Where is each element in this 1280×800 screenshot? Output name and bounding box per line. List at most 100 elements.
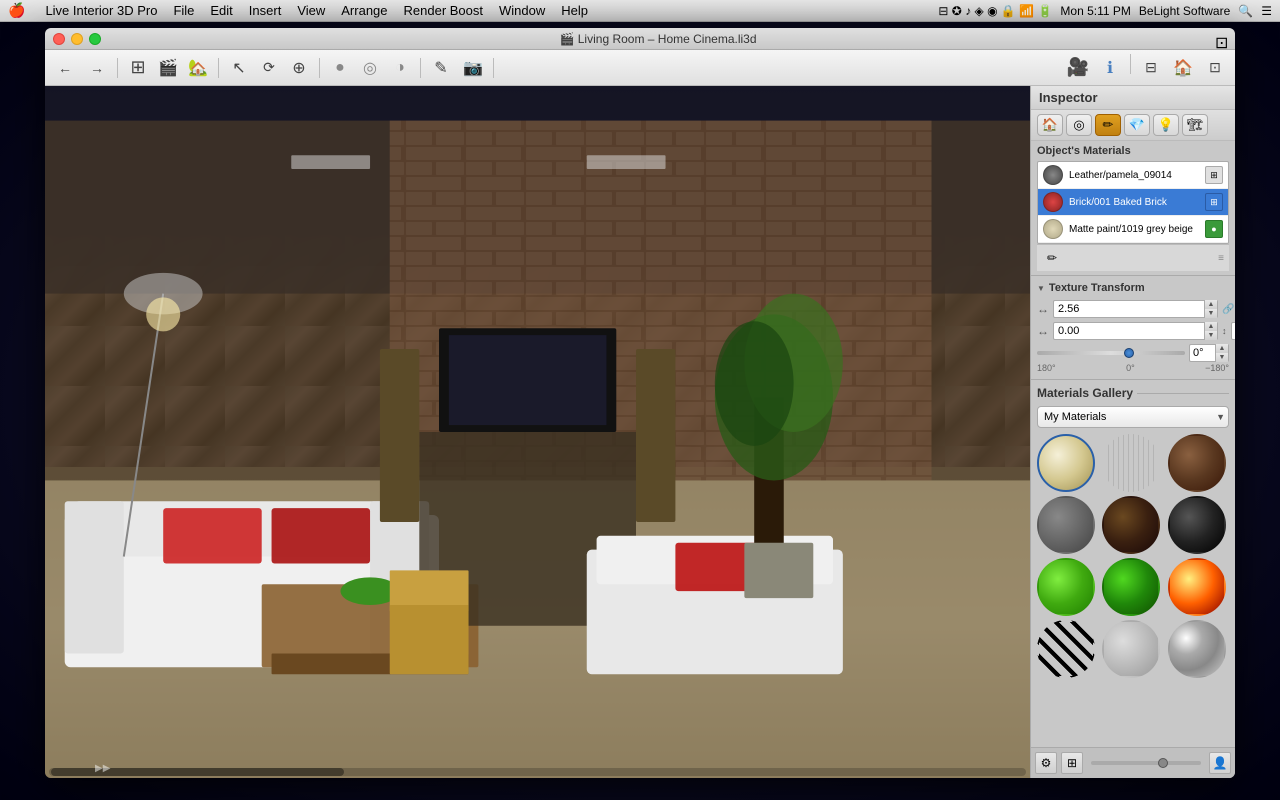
menu-window[interactable]: Window bbox=[499, 3, 545, 18]
gallery-item-dark-wood[interactable] bbox=[1102, 496, 1160, 554]
material-icon-leather[interactable]: ⊞ bbox=[1205, 166, 1223, 184]
menu-edit[interactable]: Edit bbox=[210, 3, 232, 18]
rotation-thumb[interactable] bbox=[1124, 348, 1134, 358]
move-tool[interactable]: ⊕ bbox=[285, 54, 313, 82]
window-resize[interactable]: ⊡ bbox=[1215, 33, 1227, 45]
view-3d-button[interactable]: ⊡ bbox=[1201, 54, 1229, 82]
floorplan-view-button[interactable]: ⊞ bbox=[124, 54, 152, 82]
maximize-button[interactable] bbox=[89, 33, 101, 45]
offset-x-input[interactable] bbox=[1054, 323, 1204, 339]
tab-home[interactable]: 🏠 bbox=[1037, 114, 1063, 136]
viewport[interactable]: ▶▶ bbox=[45, 86, 1030, 778]
gallery-item-black[interactable] bbox=[1168, 496, 1226, 554]
furniture-button[interactable]: 🏡 bbox=[184, 54, 212, 82]
pencil-button[interactable]: ✏ bbox=[1042, 248, 1062, 268]
nav-back-button[interactable]: ← bbox=[51, 54, 79, 82]
offset-x-up-button[interactable]: ▲ bbox=[1205, 322, 1217, 331]
tab-edit[interactable]: ✏ bbox=[1095, 114, 1121, 136]
width-down-button[interactable]: ▼ bbox=[1205, 309, 1217, 318]
main-window: 🎬 Living Room – Home Cinema.li3d ⊡ ← → ⊞… bbox=[45, 28, 1235, 778]
menu-search[interactable]: 🔍 bbox=[1238, 4, 1253, 18]
gallery-item-zebra[interactable] bbox=[1037, 620, 1095, 678]
collapse-icon[interactable]: ▼ bbox=[1037, 284, 1045, 293]
materials-options[interactable]: ≡ bbox=[1218, 253, 1224, 264]
tab-light[interactable]: 💡 bbox=[1153, 114, 1179, 136]
offset-label: ↕ bbox=[1222, 326, 1227, 336]
apple-menu[interactable]: 🍎 bbox=[8, 2, 25, 19]
orbit-tool[interactable]: ⟳ bbox=[255, 54, 283, 82]
gallery-person-button[interactable]: 👤 bbox=[1209, 752, 1231, 774]
gallery-item-dots[interactable] bbox=[1102, 620, 1160, 678]
rotation-input[interactable] bbox=[1190, 347, 1215, 359]
tab-sphere[interactable]: ◎ bbox=[1066, 114, 1092, 136]
gallery-settings-button[interactable]: ⚙ bbox=[1035, 752, 1057, 774]
gallery-item-green-light[interactable] bbox=[1037, 558, 1095, 616]
minimize-button[interactable] bbox=[71, 33, 83, 45]
gallery-item-ivory[interactable] bbox=[1037, 434, 1095, 492]
menu-app[interactable]: Live Interior 3D Pro bbox=[45, 3, 157, 18]
offset-y-input[interactable] bbox=[1232, 323, 1236, 339]
material-item-brick[interactable]: Brick/001 Baked Brick ⊞ bbox=[1038, 189, 1228, 216]
link-icon[interactable]: 🔗 bbox=[1222, 304, 1234, 315]
rotation-up-button[interactable]: ▲ bbox=[1216, 344, 1228, 353]
menu-help[interactable]: Help bbox=[561, 3, 588, 18]
material-item-leather[interactable]: Leather/pamela_09014 ⊞ bbox=[1038, 162, 1228, 189]
gallery-item-green-dark[interactable] bbox=[1102, 558, 1160, 616]
material-icon-brick[interactable]: ⊞ bbox=[1205, 193, 1223, 211]
toolbar-sep-1 bbox=[117, 58, 118, 78]
gallery-size-thumb[interactable] bbox=[1158, 758, 1168, 768]
material-swatch-brick bbox=[1043, 192, 1063, 212]
inspector-header: Inspector bbox=[1031, 86, 1235, 110]
width-input[interactable] bbox=[1054, 301, 1204, 317]
rotation-down-button[interactable]: ▼ bbox=[1216, 353, 1228, 362]
gallery-grid bbox=[1037, 434, 1229, 678]
offset-x-stepper: ▲ ▼ bbox=[1204, 322, 1217, 340]
tools-group: ↖ ⟳ ⊕ bbox=[225, 54, 313, 82]
select-tool[interactable]: ↖ bbox=[225, 54, 253, 82]
menu-time: Mon 5:11 PM bbox=[1060, 4, 1130, 18]
close-button[interactable] bbox=[53, 33, 65, 45]
material-item-paint[interactable]: Matte paint/1019 grey beige ● bbox=[1038, 216, 1228, 243]
gallery-item-wood-light[interactable] bbox=[1102, 434, 1160, 492]
gallery-view-button[interactable]: ⊞ bbox=[1061, 752, 1083, 774]
tab-material[interactable]: 💎 bbox=[1124, 114, 1150, 136]
gallery-size-slider[interactable] bbox=[1091, 761, 1201, 765]
menu-list[interactable]: ☰ bbox=[1261, 4, 1272, 18]
render-button[interactable]: 🎬 bbox=[154, 54, 182, 82]
view-2d-button[interactable]: ⊟ bbox=[1137, 54, 1165, 82]
menu-arrange[interactable]: Arrange bbox=[341, 3, 387, 18]
view-home-button[interactable]: 🏠 bbox=[1169, 54, 1197, 82]
donut-button[interactable]: ◎ bbox=[356, 54, 384, 82]
cylinder-button[interactable]: ◑ bbox=[386, 54, 414, 82]
material-name-leather: Leather/pamela_09014 bbox=[1069, 170, 1199, 181]
menu-file[interactable]: File bbox=[173, 3, 194, 18]
shapes-group: ● ◎ ◑ bbox=[326, 54, 414, 82]
gallery-dropdown[interactable]: My Materials All Materials Wood Stone Me… bbox=[1037, 406, 1229, 428]
toolbar-sep-5 bbox=[493, 58, 494, 78]
sphere-button[interactable]: ● bbox=[326, 54, 354, 82]
gallery-item-brown-wood[interactable] bbox=[1168, 434, 1226, 492]
material-edit-row: ✏ ≡ bbox=[1037, 244, 1229, 271]
rotation-mid-label: 0° bbox=[1126, 363, 1135, 373]
nav-forward-button[interactable]: → bbox=[83, 54, 111, 82]
movie-button[interactable]: 🎥 bbox=[1064, 54, 1092, 82]
rotation-labels: 180° 0° −180° bbox=[1037, 363, 1229, 373]
menu-view[interactable]: View bbox=[297, 3, 325, 18]
gallery-item-stone[interactable] bbox=[1037, 496, 1095, 554]
material-icon-paint[interactable]: ● bbox=[1205, 220, 1223, 238]
content: ▶▶ Inspector 🏠 ◎ ✏ 💎 💡 🏗 Object's Materi… bbox=[45, 86, 1235, 778]
rotation-slider[interactable] bbox=[1037, 346, 1185, 360]
rotation-track bbox=[1037, 351, 1185, 355]
width-up-button[interactable]: ▲ bbox=[1205, 300, 1217, 309]
menu-insert[interactable]: Insert bbox=[249, 3, 282, 18]
tab-build[interactable]: 🏗 bbox=[1182, 114, 1208, 136]
viewport-scrollbar[interactable] bbox=[49, 768, 1026, 776]
gallery-item-chrome[interactable] bbox=[1168, 620, 1226, 678]
camera-tool[interactable]: 📷 bbox=[459, 54, 487, 82]
info-button[interactable]: ℹ bbox=[1096, 54, 1124, 82]
menu-render[interactable]: Render Boost bbox=[404, 3, 484, 18]
gallery-item-fire[interactable] bbox=[1168, 558, 1226, 616]
pen-tool[interactable]: ✎ bbox=[427, 54, 455, 82]
offset-x-down-button[interactable]: ▼ bbox=[1205, 331, 1217, 340]
viewport-scene: ▶▶ bbox=[45, 86, 1030, 778]
